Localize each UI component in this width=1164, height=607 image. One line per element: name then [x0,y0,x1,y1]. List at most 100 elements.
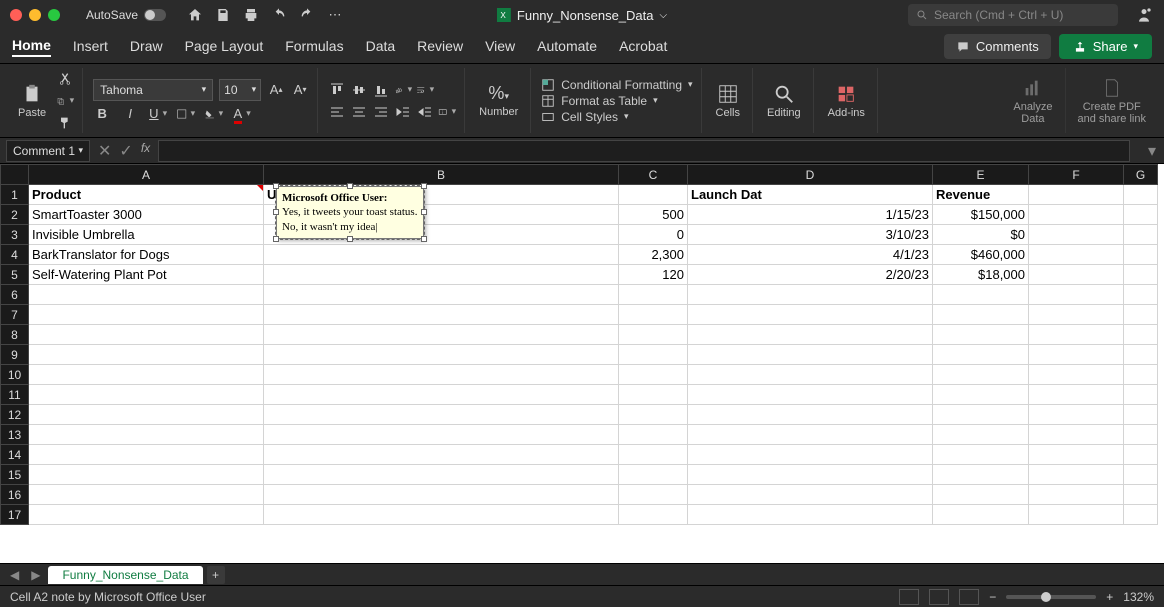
cell[interactable] [1124,345,1158,365]
zoom-out-icon[interactable]: − [989,590,996,604]
sheet-nav-prev[interactable]: ◀ [6,568,23,582]
align-center-icon[interactable] [350,103,368,121]
zoom-in-icon[interactable]: + [1106,590,1113,604]
cell[interactable] [264,285,619,305]
row-header[interactable]: 14 [1,445,29,465]
cell[interactable] [1029,465,1124,485]
search-box[interactable]: Search (Cmd + Ctrl + U) [908,4,1118,26]
autosave-toggle[interactable]: AutoSave [86,8,166,22]
enter-icon[interactable]: ✓ [119,141,132,161]
cell[interactable] [1124,405,1158,425]
conditional-formatting[interactable]: Conditional Formatting▾ [541,77,692,93]
cell[interactable] [619,485,688,505]
col-header-D[interactable]: D [688,165,933,185]
cell[interactable] [264,425,619,445]
cell[interactable] [688,465,933,485]
cell-styles[interactable]: Cell Styles▾ [541,109,692,125]
add-sheet-button[interactable]: + [207,566,225,584]
col-header-C[interactable]: C [619,165,688,185]
cell[interactable] [29,385,264,405]
cell[interactable] [619,185,688,205]
cell[interactable] [933,425,1029,445]
cell[interactable] [264,465,619,485]
row-header[interactable]: 10 [1,365,29,385]
cell[interactable] [688,385,933,405]
cell[interactable] [1124,365,1158,385]
cell[interactable] [29,325,264,345]
cell[interactable]: $18,000 [933,265,1029,285]
cell[interactable] [29,345,264,365]
tab-draw[interactable]: Draw [130,38,163,56]
cell[interactable]: 2/20/23 [688,265,933,285]
border-icon[interactable] [177,105,195,123]
cell[interactable] [1124,485,1158,505]
row-header[interactable]: 2 [1,205,29,225]
cell[interactable] [264,265,619,285]
cell[interactable] [619,445,688,465]
format-as-table[interactable]: Format as Table▾ [541,93,692,109]
cell[interactable] [29,465,264,485]
cell[interactable] [264,505,619,525]
row-header[interactable]: 7 [1,305,29,325]
cell[interactable]: 4/1/23 [688,245,933,265]
cells-button[interactable]: Cells [712,81,744,121]
cell[interactable]: 120 [619,265,688,285]
row-header[interactable]: 9 [1,345,29,365]
cell[interactable]: 3/10/23 [688,225,933,245]
autosave-switch[interactable] [144,9,166,21]
cell[interactable]: Invisible Umbrella [29,225,264,245]
cell[interactable] [1029,445,1124,465]
cell[interactable]: 1/15/23 [688,205,933,225]
tab-acrobat[interactable]: Acrobat [619,38,667,56]
bold-icon[interactable]: B [93,105,111,123]
align-middle-icon[interactable] [350,81,368,99]
analyze-data-button[interactable]: Analyze Data [1009,75,1056,127]
cell[interactable]: SmartToaster 3000 [29,205,264,225]
share-top-icon[interactable] [1134,5,1154,25]
cell[interactable] [933,365,1029,385]
row-header[interactable]: 3 [1,225,29,245]
cell[interactable] [1124,385,1158,405]
cell[interactable] [933,485,1029,505]
cell[interactable] [29,485,264,505]
cell[interactable] [1124,205,1158,225]
sheet-tab-active[interactable]: Funny_Nonsense_Data [48,566,202,584]
cell[interactable] [619,345,688,365]
cell[interactable]: Launch Dat [688,185,933,205]
cell[interactable]: $150,000 [933,205,1029,225]
cell[interactable] [1029,385,1124,405]
cell[interactable] [619,425,688,445]
cell[interactable] [688,305,933,325]
col-header-B[interactable]: B [264,165,619,185]
cell[interactable] [933,325,1029,345]
row-header[interactable]: 4 [1,245,29,265]
cell[interactable] [1029,225,1124,245]
cell[interactable] [264,485,619,505]
cancel-icon[interactable]: ✕ [98,141,111,161]
cell[interactable] [933,405,1029,425]
cell[interactable] [619,365,688,385]
print-icon[interactable] [242,6,260,24]
cell[interactable]: 0 [619,225,688,245]
page-break-view-icon[interactable] [959,589,979,605]
cell[interactable] [264,445,619,465]
cell[interactable] [1124,265,1158,285]
spreadsheet-grid[interactable]: A B C D E F G 1ProductULaunch DatRevenue… [0,164,1164,563]
col-header-F[interactable]: F [1029,165,1124,185]
align-top-icon[interactable] [328,81,346,99]
cell[interactable] [619,405,688,425]
cell[interactable] [29,365,264,385]
cell[interactable] [1029,245,1124,265]
fill-color-icon[interactable] [205,105,223,123]
cell[interactable] [1124,445,1158,465]
undo-icon[interactable] [270,6,288,24]
wrap-text-icon[interactable] [416,81,434,99]
cell[interactable] [1029,405,1124,425]
cell[interactable] [688,285,933,305]
note-body[interactable]: Yes, it tweets your toast status. No, it… [282,206,417,232]
cell[interactable] [688,405,933,425]
cell[interactable] [933,385,1029,405]
increase-font-icon[interactable]: A▴ [267,81,285,99]
cell[interactable] [1124,285,1158,305]
share-button[interactable]: Share ▾ [1059,34,1152,59]
